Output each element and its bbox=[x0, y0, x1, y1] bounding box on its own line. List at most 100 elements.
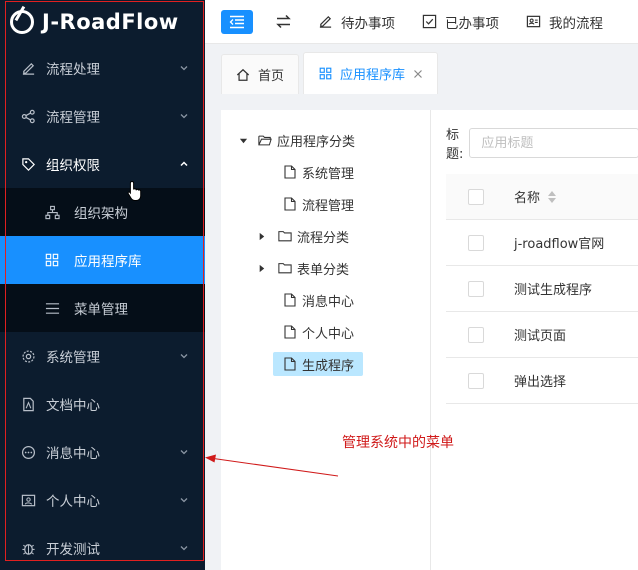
tab-bar: 首页 应用程序库 bbox=[205, 44, 638, 94]
sidebar-item-flow-processing[interactable]: 流程处理 bbox=[0, 44, 205, 92]
tree-node[interactable]: 消息中心 bbox=[221, 284, 430, 316]
chevron-down-icon bbox=[180, 498, 188, 503]
row-checkbox[interactable] bbox=[468, 234, 484, 251]
my-flows-link[interactable]: 我的流程 bbox=[525, 12, 603, 32]
tree-node-label: 系统管理 bbox=[302, 166, 355, 182]
category-tree: 应用程序分类 系统管理 流程管理 流程分类 表单分类 消息中心 个人中心 生成程… bbox=[221, 110, 431, 570]
tab-label: 首页 bbox=[258, 69, 285, 84]
sidebar-subitem-label: 菜单管理 bbox=[74, 302, 128, 318]
sidebar-subitem-menu-management[interactable]: 菜单管理 bbox=[0, 284, 205, 332]
tree-node-label: 应用程序分类 bbox=[277, 134, 356, 150]
grid-icon bbox=[318, 67, 332, 81]
refresh-button[interactable] bbox=[271, 10, 295, 34]
logo[interactable]: J-RoadFlow bbox=[0, 0, 205, 44]
checkbox-icon bbox=[421, 14, 437, 30]
tree-node[interactable]: 个人中心 bbox=[221, 316, 430, 348]
row-checkbox[interactable] bbox=[468, 326, 484, 343]
sidebar-item-flow-management[interactable]: 流程管理 bbox=[0, 92, 205, 140]
done-link[interactable]: 已办事项 bbox=[421, 12, 499, 32]
sidebar-item-dev-test[interactable]: 开发测试 bbox=[0, 524, 205, 570]
tree-node-root[interactable]: 应用程序分类 bbox=[221, 124, 430, 156]
sidebar-item-label: 流程处理 bbox=[46, 62, 100, 78]
chevron-up-icon bbox=[180, 161, 188, 167]
logo-icon bbox=[10, 10, 34, 34]
tree-node-label: 流程管理 bbox=[302, 198, 355, 214]
file-icon bbox=[283, 325, 297, 339]
table-cell-name: 弹出选择 bbox=[514, 375, 567, 390]
tree-node-label: 消息中心 bbox=[302, 294, 355, 310]
sidebar: J-RoadFlow 流程处理 流程管理 组织权限 组织架构 应用程序库 菜单管… bbox=[0, 0, 205, 570]
file-icon bbox=[283, 357, 297, 371]
sidebar-subitem-app-library[interactable]: 应用程序库 bbox=[0, 236, 205, 284]
table-row[interactable]: 测试生成程序 bbox=[446, 266, 638, 312]
file-icon bbox=[283, 293, 297, 307]
table-row[interactable]: 测试页面 bbox=[446, 312, 638, 358]
app-table: 名称 j-roadflow官网 测试生成程序 测试页面 弹出选择 bbox=[446, 174, 638, 404]
tab-app-library[interactable]: 应用程序库 bbox=[303, 52, 439, 94]
sidebar-item-label: 个人中心 bbox=[46, 494, 100, 510]
done-label: 已办事项 bbox=[445, 15, 499, 32]
row-checkbox[interactable] bbox=[468, 280, 484, 297]
tree-node[interactable]: 表单分类 bbox=[221, 252, 430, 284]
document-icon bbox=[20, 396, 36, 412]
id-card-icon bbox=[20, 492, 36, 508]
indent-icon bbox=[229, 15, 244, 28]
grid-icon bbox=[44, 252, 60, 268]
bug-icon bbox=[20, 540, 36, 556]
sidebar-item-label: 系统管理 bbox=[46, 350, 100, 366]
sidebar-item-label: 消息中心 bbox=[46, 446, 100, 462]
sidebar-item-system-management[interactable]: 系统管理 bbox=[0, 332, 205, 380]
edit-icon bbox=[20, 60, 36, 76]
title-search-input[interactable] bbox=[469, 128, 638, 158]
file-icon bbox=[283, 197, 297, 211]
caret-right-icon[interactable] bbox=[256, 231, 266, 241]
column-header-name[interactable]: 名称 bbox=[514, 187, 557, 206]
list-panel: 标题: 名称 j-roadflow官网 测试生成程序 bbox=[432, 110, 638, 570]
row-checkbox[interactable] bbox=[468, 372, 484, 389]
search-label: 标题: bbox=[446, 128, 464, 162]
tree-node[interactable]: 系统管理 bbox=[221, 156, 430, 188]
sort-icon[interactable] bbox=[548, 190, 557, 203]
table-row[interactable]: 弹出选择 bbox=[446, 358, 638, 404]
tree-node-label: 流程分类 bbox=[297, 230, 350, 246]
edit-icon bbox=[317, 14, 333, 30]
annotation-text: 管理系统中的菜单 bbox=[342, 435, 454, 451]
sidebar-subitem-label: 组织架构 bbox=[74, 206, 128, 222]
tag-icon bbox=[20, 156, 36, 172]
menu-lines-icon bbox=[44, 300, 60, 316]
sidebar-item-label: 开发测试 bbox=[46, 542, 100, 558]
tree-node[interactable]: 流程管理 bbox=[221, 188, 430, 220]
chat-icon bbox=[20, 444, 36, 460]
caret-right-icon[interactable] bbox=[256, 263, 266, 273]
column-header-label: 名称 bbox=[514, 191, 541, 206]
sidebar-item-org-permissions[interactable]: 组织权限 bbox=[0, 140, 205, 188]
tree-node-selected[interactable]: 生成程序 bbox=[221, 348, 430, 380]
table-row[interactable]: j-roadflow官网 bbox=[446, 220, 638, 266]
todo-label: 待办事项 bbox=[341, 15, 395, 32]
sidebar-item-document-center[interactable]: 文档中心 bbox=[0, 380, 205, 428]
todo-link[interactable]: 待办事项 bbox=[317, 12, 395, 32]
sidebar-item-personal-center[interactable]: 个人中心 bbox=[0, 476, 205, 524]
caret-down-icon[interactable] bbox=[238, 135, 248, 145]
folder-icon bbox=[278, 229, 292, 243]
chevron-down-icon bbox=[180, 66, 188, 71]
chevron-down-icon bbox=[180, 114, 188, 119]
swap-icon bbox=[275, 14, 291, 29]
folder-icon bbox=[278, 261, 292, 275]
collapse-sidebar-button[interactable] bbox=[221, 9, 253, 34]
gear-icon bbox=[20, 348, 36, 364]
hand-cursor-icon bbox=[127, 180, 142, 201]
table-cell-name: 测试页面 bbox=[514, 329, 567, 344]
sidebar-item-message-center[interactable]: 消息中心 bbox=[0, 428, 205, 476]
annotation-arrow bbox=[205, 454, 339, 477]
tab-home[interactable]: 首页 bbox=[221, 54, 300, 94]
sidebar-item-label: 组织权限 bbox=[46, 158, 100, 174]
id-card-icon bbox=[525, 14, 541, 30]
sidebar-item-label: 流程管理 bbox=[46, 110, 100, 126]
close-icon[interactable] bbox=[413, 69, 423, 79]
select-all-checkbox[interactable] bbox=[468, 188, 484, 205]
sidebar-subitem-org-structure[interactable]: 组织架构 bbox=[0, 188, 205, 236]
table-cell-name: 测试生成程序 bbox=[514, 283, 593, 298]
tree-node[interactable]: 流程分类 bbox=[221, 220, 430, 252]
submenu-org-permissions: 组织架构 应用程序库 菜单管理 bbox=[0, 188, 205, 332]
